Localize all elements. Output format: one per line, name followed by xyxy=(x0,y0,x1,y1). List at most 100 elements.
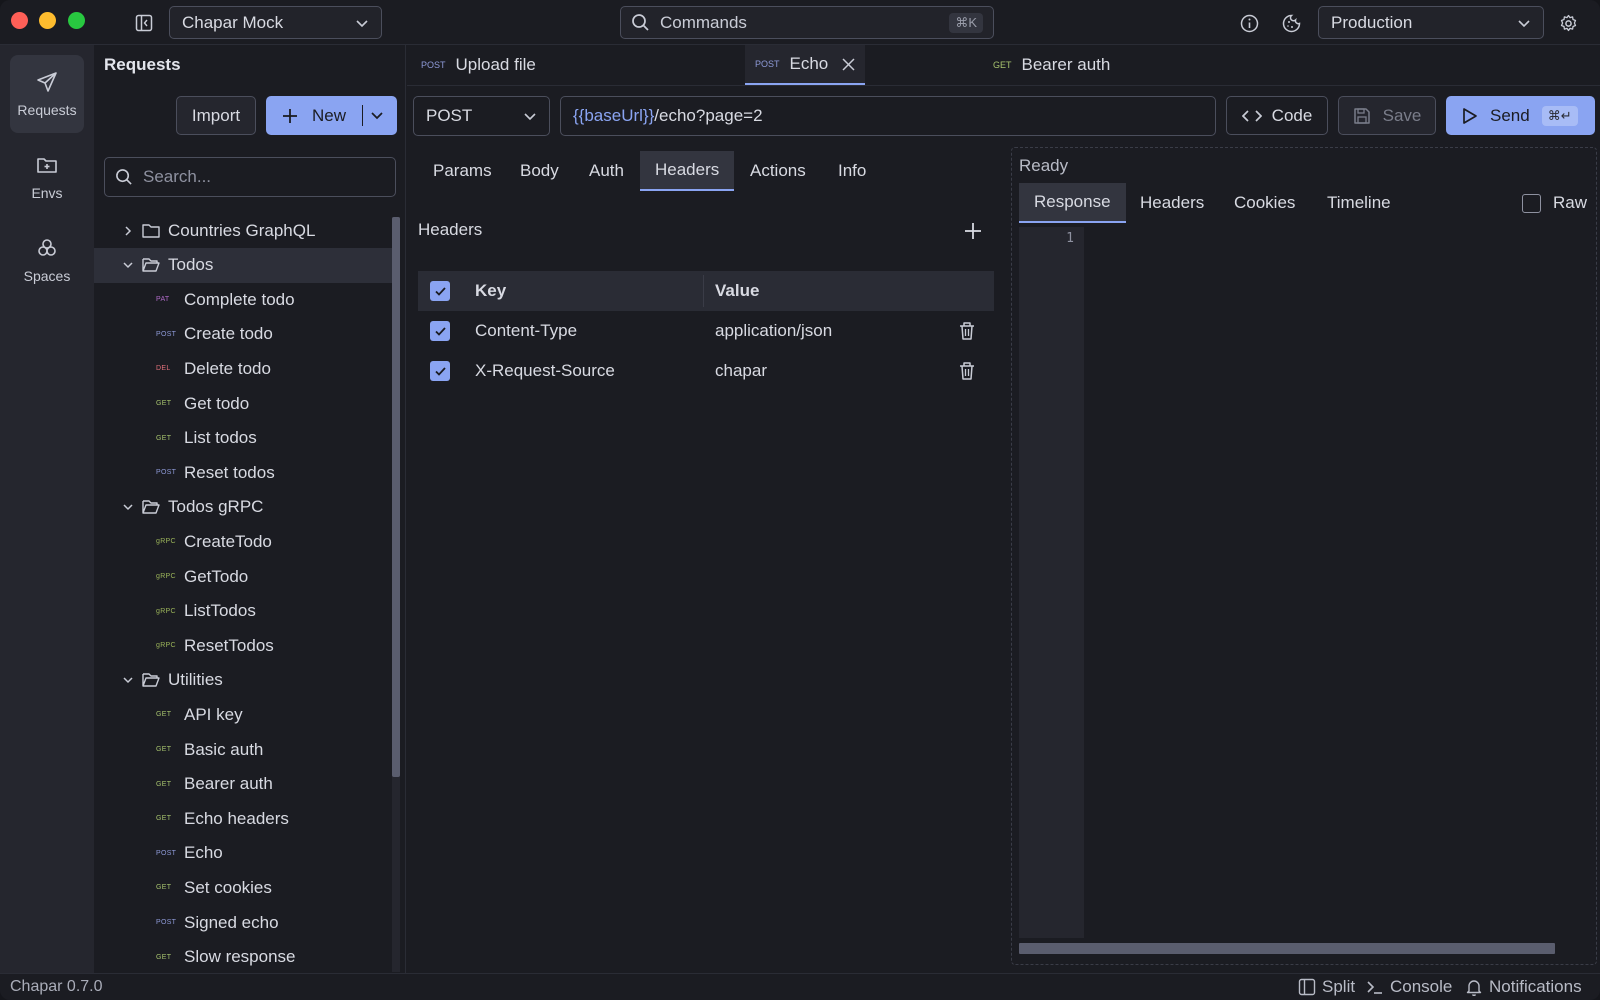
code-button[interactable]: Code xyxy=(1226,96,1328,135)
header-value-input[interactable]: application/json xyxy=(715,321,832,341)
method-select[interactable]: POST xyxy=(413,96,550,136)
table-row: X-Request-Source chapar xyxy=(418,351,994,391)
tab-echo[interactable]: POST Echo xyxy=(745,45,865,85)
chevron-down-icon xyxy=(523,109,537,123)
request-tree: Countries GraphQL Todos PAT Complete todo PO… xyxy=(94,212,392,972)
rail-item-spaces[interactable]: Spaces xyxy=(10,221,84,299)
tab-label: Bearer auth xyxy=(1021,55,1111,74)
tree-request[interactable]: gRPC ListTodos xyxy=(94,594,392,629)
column-divider xyxy=(703,275,704,307)
response-tab-timeline[interactable]: Timeline xyxy=(1312,183,1406,223)
chevron-down-icon[interactable] xyxy=(370,108,384,122)
tree-request[interactable]: PAT Complete todo xyxy=(94,282,392,317)
select-all-checkbox[interactable] xyxy=(430,281,450,301)
raw-checkbox[interactable] xyxy=(1522,193,1541,213)
header-key-input[interactable]: Content-Type xyxy=(475,321,577,341)
split-button[interactable]: Split xyxy=(1298,977,1355,997)
gear-icon[interactable] xyxy=(1557,12,1579,34)
chevron-down-icon[interactable] xyxy=(122,674,138,686)
tree-folder[interactable]: Todos gRPC xyxy=(94,490,392,525)
tree-request-label: Echo headers xyxy=(184,808,289,828)
tree-request[interactable]: POST Signed echo xyxy=(94,905,392,940)
tree-folder[interactable]: Countries GraphQL xyxy=(94,213,392,248)
search-input[interactable]: Search... xyxy=(104,157,396,197)
tree-folder-label: Countries GraphQL xyxy=(168,220,316,240)
rail-item-requests[interactable]: Requests xyxy=(10,55,84,133)
subtab-body[interactable]: Body xyxy=(505,151,574,191)
tree-request[interactable]: gRPC CreateTodo xyxy=(94,524,392,559)
response-tab-headers[interactable]: Headers xyxy=(1125,183,1219,223)
response-tab-response[interactable]: Response xyxy=(1019,183,1126,223)
trash-icon[interactable] xyxy=(958,321,976,341)
tree-request[interactable]: POST Reset todos xyxy=(94,455,392,490)
subtab-params[interactable]: Params xyxy=(418,151,507,191)
tree-request[interactable]: GET Slow response xyxy=(94,940,392,972)
rail-item-label: Requests xyxy=(17,101,77,118)
subtab-auth[interactable]: Auth xyxy=(574,151,639,191)
tab-bearer-auth[interactable]: GET Bearer auth xyxy=(983,45,1133,85)
app-window: Chapar Mock Commands ⌘K Production Reque… xyxy=(0,0,1600,1000)
tree-request[interactable]: POST Create todo xyxy=(94,317,392,352)
tree-request-label: API key xyxy=(184,704,243,724)
tree-request[interactable]: gRPC ResetTodos xyxy=(94,628,392,663)
cookie-icon[interactable] xyxy=(1280,12,1302,34)
header-value-input[interactable]: chapar xyxy=(715,361,767,381)
chevron-down-icon[interactable] xyxy=(122,259,138,271)
method-badge: GET xyxy=(156,780,172,788)
tree-request[interactable]: DEL Delete todo xyxy=(94,351,392,386)
tree-folder-label: Todos gRPC xyxy=(168,497,264,517)
response-editor[interactable]: 1 xyxy=(1019,227,1591,938)
requests-sidebar: Requests Import New Search... Countries … xyxy=(94,45,406,973)
command-palette-input[interactable]: Commands ⌘K xyxy=(620,6,994,39)
table-row: Content-Type application/json xyxy=(418,311,994,351)
row-checkbox[interactable] xyxy=(430,361,450,381)
new-request-button[interactable]: New xyxy=(266,96,397,135)
subtab-headers[interactable]: Headers xyxy=(640,151,735,191)
send-button[interactable]: Send ⌘↵ xyxy=(1446,96,1595,135)
tree-request[interactable]: gRPC GetTodo xyxy=(94,559,392,594)
chevron-right-icon[interactable] xyxy=(122,225,138,237)
row-checkbox[interactable] xyxy=(430,321,450,341)
close-window-button[interactable] xyxy=(11,12,28,29)
tree-request-label: ListTodos xyxy=(184,601,256,621)
horizontal-scrollbar[interactable] xyxy=(1019,943,1555,954)
save-button[interactable]: Save xyxy=(1338,96,1436,135)
tree-request[interactable]: GET List todos xyxy=(94,421,392,456)
close-icon[interactable] xyxy=(842,57,855,71)
subtab-info[interactable]: Info xyxy=(823,151,881,191)
rail-item-envs[interactable]: Envs xyxy=(10,138,84,216)
minimize-window-button[interactable] xyxy=(39,12,56,29)
tree-request[interactable]: GET Bearer auth xyxy=(94,767,392,802)
workspace-select[interactable]: Chapar Mock xyxy=(169,6,382,39)
maximize-window-button[interactable] xyxy=(68,12,85,29)
scrollbar-thumb[interactable] xyxy=(392,217,400,777)
tree-request[interactable]: GET Get todo xyxy=(94,386,392,421)
import-button[interactable]: Import xyxy=(176,96,256,135)
environment-select[interactable]: Production xyxy=(1318,6,1544,39)
trash-icon[interactable] xyxy=(958,361,976,381)
tree-request[interactable]: GET Basic auth xyxy=(94,732,392,767)
tree-folder[interactable]: Utilities xyxy=(94,663,392,698)
console-button[interactable]: Console xyxy=(1366,977,1452,997)
add-header-icon[interactable] xyxy=(964,222,982,240)
line-gutter: 1 xyxy=(1019,227,1084,938)
url-input[interactable]: {{baseUrl}}/echo?page=2 xyxy=(560,96,1216,136)
subtab-actions[interactable]: Actions xyxy=(735,151,821,191)
header-key-input[interactable]: X-Request-Source xyxy=(475,361,615,381)
command-placeholder: Commands xyxy=(660,12,747,32)
tab-upload-file[interactable]: POST Upload file xyxy=(411,45,561,85)
tree-request[interactable]: POST Echo xyxy=(94,836,392,871)
toggle-sidebar-icon[interactable] xyxy=(133,12,155,34)
tree-request[interactable]: GET Set cookies xyxy=(94,870,392,905)
tree-request[interactable]: GET API key xyxy=(94,697,392,732)
response-tab-cookies[interactable]: Cookies xyxy=(1219,183,1310,223)
raw-toggle[interactable]: Raw xyxy=(1522,193,1587,213)
notifications-button[interactable]: Notifications xyxy=(1465,977,1582,997)
tree-folder-label: Todos xyxy=(168,255,214,275)
tree-request[interactable]: GET Echo headers xyxy=(94,801,392,836)
info-icon[interactable] xyxy=(1238,12,1260,34)
split-label: Split xyxy=(1322,977,1356,996)
tree-folder[interactable]: Todos xyxy=(94,247,392,283)
chevron-down-icon[interactable] xyxy=(122,501,138,513)
method-badge: DEL xyxy=(156,365,171,373)
